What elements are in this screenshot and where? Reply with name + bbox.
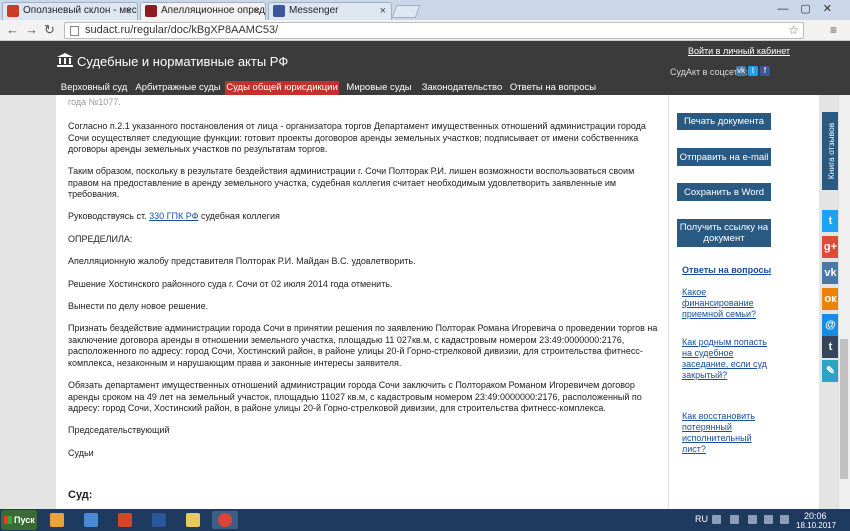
twitter-icon[interactable]: t (748, 66, 758, 76)
presentation-icon (118, 513, 132, 527)
browser-tab-1[interactable]: Оползневый склон - мест × (2, 2, 138, 20)
liveinternet-icon[interactable]: ✎ (822, 360, 839, 382)
bookmark-star-icon[interactable]: ☆ (788, 23, 799, 38)
site-title[interactable]: Судебные и нормативные акты РФ (77, 54, 288, 69)
google-plus-icon[interactable]: g+ (822, 236, 839, 258)
judge-label: Суд: (68, 489, 93, 501)
tab-title: Апелляционное определе (161, 5, 265, 16)
nav-supreme-court[interactable]: Верховный суд (57, 81, 131, 95)
doc-paragraph: ОПРЕДЕЛИЛА: (68, 234, 133, 244)
print-button[interactable]: Печать документа (677, 113, 771, 130)
login-link[interactable]: Войти в личный кабинет (688, 46, 790, 56)
volume-tray-icon[interactable] (780, 515, 789, 524)
moimir-icon[interactable]: @ (822, 314, 839, 336)
media-player-icon (50, 513, 64, 527)
page-icon (70, 26, 79, 36)
qa-link[interactable]: Как родным попасть на судебное заседание… (682, 337, 772, 381)
doc-cut-line: года №1077. (68, 97, 121, 107)
doc-paragraph: Таким образом, поскольку в результате бе… (68, 166, 635, 199)
qa-link[interactable]: Как восстановить потерянный исполнительн… (682, 411, 772, 455)
doc-paragraph: Руководствуясь ст. 330 ГПК РФ судебная к… (68, 211, 660, 223)
window-controls[interactable]: —▢✕ (777, 2, 844, 15)
nav-magistrate-courts[interactable]: Мировые суды (341, 81, 417, 95)
favicon-icon (273, 5, 285, 17)
nav-general-courts[interactable]: Суды общей юрисдикции (225, 81, 339, 95)
tab-title: Messenger (289, 5, 339, 16)
tray-icon[interactable] (730, 515, 739, 524)
doc-paragraph: Решение Хостинского районного суда г. Со… (68, 279, 393, 289)
courthouse-icon[interactable] (57, 53, 73, 67)
clock-date[interactable]: 18.10.2017 (796, 521, 836, 530)
get-link-button[interactable]: Получить ссылку на документ (677, 219, 771, 247)
nav-qa[interactable]: Ответы на вопросы (507, 81, 599, 95)
taskbar-app[interactable] (212, 511, 238, 529)
doc-paragraph: Согласно п.2.1 указанного постановления … (68, 121, 646, 154)
doc-text: Руководствуясь ст. (68, 211, 150, 221)
doc-paragraph: Вынести по делу новое решение. (68, 301, 209, 311)
doc-paragraph: Признать бездействие администрации город… (68, 323, 658, 368)
scrollbar-thumb[interactable] (840, 339, 848, 479)
windows-taskbar: Пуск RU 20:06 18.10.2017 (0, 509, 850, 531)
start-button[interactable]: Пуск (1, 510, 37, 530)
reload-icon[interactable]: ↻ (44, 22, 55, 38)
chrome-icon (218, 513, 232, 527)
taskbar-app[interactable] (78, 511, 104, 529)
folder-icon (186, 513, 200, 527)
tray-icon[interactable] (712, 515, 721, 524)
taskbar-app[interactable] (146, 511, 172, 529)
vk-icon[interactable]: vk (736, 66, 746, 76)
save-word-button[interactable]: Сохранить в Word (677, 183, 771, 201)
taskbar-app[interactable] (180, 511, 206, 529)
address-bar: ← → ↻ sudact.ru/regular/doc/kBgXP8AAMC53… (0, 20, 850, 41)
doc-paragraph: Судьи (68, 448, 94, 458)
odnoklassniki-icon[interactable]: ок (822, 288, 839, 310)
clock-time[interactable]: 20:06 (804, 511, 827, 521)
menu-icon[interactable]: ≡ (830, 23, 842, 37)
law-article-link[interactable]: 330 ГПК РФ (149, 211, 198, 221)
browser-tab-bar: Оползневый склон - мест × Апелляционное … (0, 0, 850, 20)
forward-icon[interactable]: → (25, 22, 38, 37)
network-icon (84, 513, 98, 527)
doc-text: судебная коллегия (198, 211, 280, 221)
nav-arbitration-courts[interactable]: Арбитражные суды (133, 81, 223, 95)
favicon-icon (145, 5, 157, 17)
url-input[interactable]: sudact.ru/regular/doc/kBgXP8AAMC53/ ☆ (64, 22, 804, 39)
start-label: Пуск (14, 515, 35, 525)
reviews-book-tab[interactable]: Книга отзывов (822, 112, 839, 190)
windows-flag-icon (4, 516, 12, 524)
vk-icon[interactable]: vk (822, 262, 839, 284)
tray-icon[interactable] (748, 515, 757, 524)
network-tray-icon[interactable] (764, 515, 773, 524)
browser-tab-3[interactable]: Messenger × (268, 2, 392, 20)
doc-paragraph: Апелляционную жалобу представителя Полто… (68, 256, 416, 266)
doc-paragraph: Обязать департамент имущественных отноше… (68, 380, 642, 413)
taskbar-app[interactable] (44, 511, 70, 529)
language-indicator[interactable]: RU (695, 514, 708, 524)
word-icon (152, 513, 166, 527)
close-icon[interactable]: × (380, 3, 386, 19)
url-text: sudact.ru/regular/doc/kBgXP8AAMC53/ (85, 24, 279, 36)
qa-link[interactable]: Какое финансирование приемной семьи? (682, 287, 772, 320)
favicon-icon (7, 5, 19, 17)
facebook-icon[interactable]: f (760, 66, 770, 76)
twitter-icon[interactable]: t (822, 210, 839, 232)
reviews-label: Книга отзывов (825, 122, 836, 180)
doc-paragraph: Председательствующий (68, 425, 170, 435)
email-button[interactable]: Отправить на e-mail (677, 148, 771, 166)
tab-title: Оползневый склон - мест (23, 5, 138, 16)
close-icon[interactable]: × (126, 3, 132, 19)
site-header: Судебные и нормативные акты РФ Войти в л… (0, 41, 850, 81)
qa-title[interactable]: Ответы на вопросы (682, 265, 771, 275)
taskbar-app[interactable] (112, 511, 138, 529)
tumblr-icon[interactable]: t (822, 336, 839, 358)
back-icon[interactable]: ← (6, 22, 19, 37)
close-icon[interactable]: × (254, 3, 260, 19)
new-tab-button[interactable] (391, 5, 421, 18)
browser-tab-2[interactable]: Апелляционное определе × (140, 2, 266, 20)
main-nav: Верховный суд Арбитражные суды Суды обще… (0, 81, 850, 95)
nav-legislation[interactable]: Законодательство (419, 81, 505, 95)
